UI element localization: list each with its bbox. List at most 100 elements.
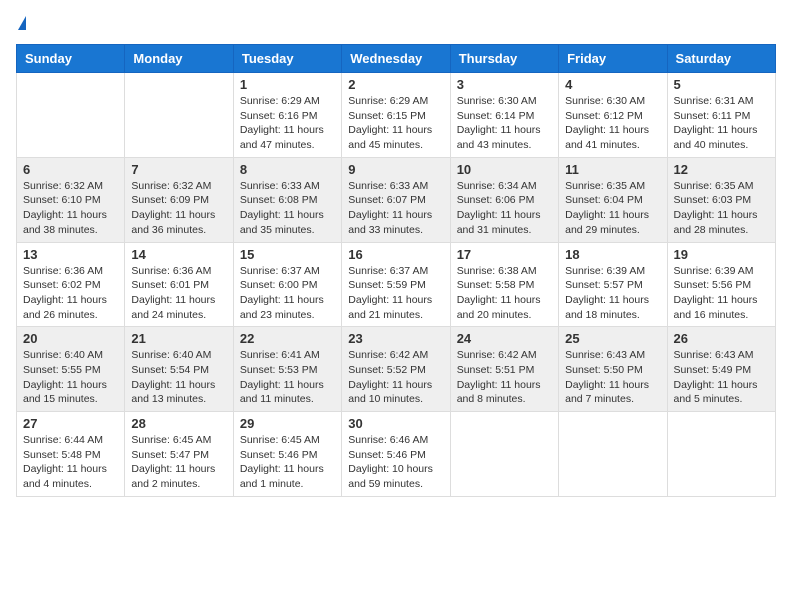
weekday-header-monday: Monday [125,45,233,73]
day-info: Sunrise: 6:33 AM Sunset: 6:07 PM Dayligh… [348,179,443,238]
day-number: 28 [131,416,226,431]
calendar-cell: 8Sunrise: 6:33 AM Sunset: 6:08 PM Daylig… [233,157,341,242]
calendar-cell: 1Sunrise: 6:29 AM Sunset: 6:16 PM Daylig… [233,73,341,158]
weekday-header-tuesday: Tuesday [233,45,341,73]
day-number: 2 [348,77,443,92]
calendar-cell: 29 Sunrise: 6:45 AM Sunset: 5:46 PM Dayli… [233,412,341,497]
day-number: 12 [674,162,769,177]
day-number: 5 [674,77,769,92]
calendar-cell: 19Sunrise: 6:39 AM Sunset: 5:56 PM Dayli… [667,242,775,327]
day-info: Sunrise: 6:29 AM Sunset: 6:15 PM Dayligh… [348,94,443,153]
day-info: Sunrise: 6:42 AM Sunset: 5:52 PM Dayligh… [348,348,443,407]
calendar-cell: 9 Sunrise: 6:33 AM Sunset: 6:07 PM Daylig… [342,157,450,242]
day-info: Sunrise: 6:30 AM Sunset: 6:14 PM Dayligh… [457,94,552,153]
calendar-cell: 22 Sunrise: 6:41 AM Sunset: 5:53 PM Dayli… [233,327,341,412]
day-number: 18 [565,247,660,262]
logo-triangle-icon [18,16,26,30]
day-number: 30 [348,416,443,431]
day-info: Sunrise: 6:33 AM Sunset: 6:08 PM Dayligh… [240,179,335,238]
day-number: 20 [23,331,118,346]
day-info: Sunrise: 6:34 AM Sunset: 6:06 PM Dayligh… [457,179,552,238]
day-info: Sunrise: 6:35 AM Sunset: 6:04 PM Dayligh… [565,179,660,238]
calendar-cell: 12 Sunrise: 6:35 AM Sunset: 6:03 PM Dayli… [667,157,775,242]
page-header [16,16,776,32]
day-info: Sunrise: 6:40 AM Sunset: 5:54 PM Dayligh… [131,348,226,407]
day-info: Sunrise: 6:38 AM Sunset: 5:58 PM Dayligh… [457,264,552,323]
calendar-cell: 23 Sunrise: 6:42 AM Sunset: 5:52 PM Dayli… [342,327,450,412]
calendar-table: SundayMondayTuesdayWednesdayThursdayFrid… [16,44,776,497]
day-info: Sunrise: 6:43 AM Sunset: 5:49 PM Dayligh… [674,348,769,407]
day-number: 11 [565,162,660,177]
day-info: Sunrise: 6:43 AM Sunset: 5:50 PM Dayligh… [565,348,660,407]
calendar-cell: 26 Sunrise: 6:43 AM Sunset: 5:49 PM Dayli… [667,327,775,412]
day-number: 6 [23,162,118,177]
day-number: 7 [131,162,226,177]
day-number: 23 [348,331,443,346]
day-number: 24 [457,331,552,346]
day-number: 10 [457,162,552,177]
day-number: 4 [565,77,660,92]
calendar-cell: 27 Sunrise: 6:44 AM Sunset: 5:48 PM Dayli… [17,412,125,497]
calendar-cell: 14Sunrise: 6:36 AM Sunset: 6:01 PM Dayli… [125,242,233,327]
day-number: 1 [240,77,335,92]
day-info: Sunrise: 6:37 AM Sunset: 6:00 PM Dayligh… [240,264,335,323]
calendar-cell: 30Sunrise: 6:46 AM Sunset: 5:46 PM Dayli… [342,412,450,497]
day-info: Sunrise: 6:36 AM Sunset: 6:02 PM Dayligh… [23,264,118,323]
calendar-cell: 20 Sunrise: 6:40 AM Sunset: 5:55 PM Dayli… [17,327,125,412]
calendar-cell: 3 Sunrise: 6:30 AM Sunset: 6:14 PM Daylig… [450,73,558,158]
day-info: Sunrise: 6:40 AM Sunset: 5:55 PM Dayligh… [23,348,118,407]
calendar-cell [450,412,558,497]
day-number: 22 [240,331,335,346]
day-info: Sunrise: 6:44 AM Sunset: 5:48 PM Dayligh… [23,433,118,492]
calendar-cell [559,412,667,497]
day-info: Sunrise: 6:35 AM Sunset: 6:03 PM Dayligh… [674,179,769,238]
week-row-1: 1Sunrise: 6:29 AM Sunset: 6:16 PM Daylig… [17,73,776,158]
day-info: Sunrise: 6:30 AM Sunset: 6:12 PM Dayligh… [565,94,660,153]
day-number: 29 [240,416,335,431]
week-row-4: 20 Sunrise: 6:40 AM Sunset: 5:55 PM Dayli… [17,327,776,412]
calendar-cell: 6 Sunrise: 6:32 AM Sunset: 6:10 PM Daylig… [17,157,125,242]
day-info: Sunrise: 6:32 AM Sunset: 6:10 PM Dayligh… [23,179,118,238]
calendar-cell [17,73,125,158]
calendar-cell: 13 Sunrise: 6:36 AM Sunset: 6:02 PM Dayli… [17,242,125,327]
weekday-header-row: SundayMondayTuesdayWednesdayThursdayFrid… [17,45,776,73]
calendar-cell: 16Sunrise: 6:37 AM Sunset: 5:59 PM Dayli… [342,242,450,327]
day-number: 3 [457,77,552,92]
day-info: Sunrise: 6:37 AM Sunset: 5:59 PM Dayligh… [348,264,443,323]
calendar-cell: 5 Sunrise: 6:31 AM Sunset: 6:11 PM Daylig… [667,73,775,158]
day-number: 21 [131,331,226,346]
day-number: 25 [565,331,660,346]
weekday-header-thursday: Thursday [450,45,558,73]
weekday-header-wednesday: Wednesday [342,45,450,73]
calendar-cell [667,412,775,497]
day-number: 14 [131,247,226,262]
calendar-cell: 7Sunrise: 6:32 AM Sunset: 6:09 PM Daylig… [125,157,233,242]
weekday-header-saturday: Saturday [667,45,775,73]
day-info: Sunrise: 6:31 AM Sunset: 6:11 PM Dayligh… [674,94,769,153]
calendar-cell: 10 Sunrise: 6:34 AM Sunset: 6:06 PM Dayli… [450,157,558,242]
day-number: 17 [457,247,552,262]
day-number: 26 [674,331,769,346]
calendar-cell: 18Sunrise: 6:39 AM Sunset: 5:57 PM Dayli… [559,242,667,327]
day-number: 15 [240,247,335,262]
day-number: 27 [23,416,118,431]
week-row-3: 13 Sunrise: 6:36 AM Sunset: 6:02 PM Dayli… [17,242,776,327]
calendar-cell: 11 Sunrise: 6:35 AM Sunset: 6:04 PM Dayli… [559,157,667,242]
calendar-cell: 4 Sunrise: 6:30 AM Sunset: 6:12 PM Daylig… [559,73,667,158]
calendar-cell: 28 Sunrise: 6:45 AM Sunset: 5:47 PM Dayli… [125,412,233,497]
calendar-cell: 21 Sunrise: 6:40 AM Sunset: 5:54 PM Dayli… [125,327,233,412]
calendar-cell: 25 Sunrise: 6:43 AM Sunset: 5:50 PM Dayli… [559,327,667,412]
day-info: Sunrise: 6:45 AM Sunset: 5:46 PM Dayligh… [240,433,335,492]
week-row-2: 6 Sunrise: 6:32 AM Sunset: 6:10 PM Daylig… [17,157,776,242]
calendar-cell: 17 Sunrise: 6:38 AM Sunset: 5:58 PM Dayli… [450,242,558,327]
calendar-cell: 2 Sunrise: 6:29 AM Sunset: 6:15 PM Daylig… [342,73,450,158]
day-info: Sunrise: 6:45 AM Sunset: 5:47 PM Dayligh… [131,433,226,492]
day-info: Sunrise: 6:41 AM Sunset: 5:53 PM Dayligh… [240,348,335,407]
day-number: 9 [348,162,443,177]
day-info: Sunrise: 6:42 AM Sunset: 5:51 PM Dayligh… [457,348,552,407]
calendar-cell [125,73,233,158]
day-number: 13 [23,247,118,262]
weekday-header-friday: Friday [559,45,667,73]
calendar-cell: 24 Sunrise: 6:42 AM Sunset: 5:51 PM Dayli… [450,327,558,412]
logo [16,16,26,32]
